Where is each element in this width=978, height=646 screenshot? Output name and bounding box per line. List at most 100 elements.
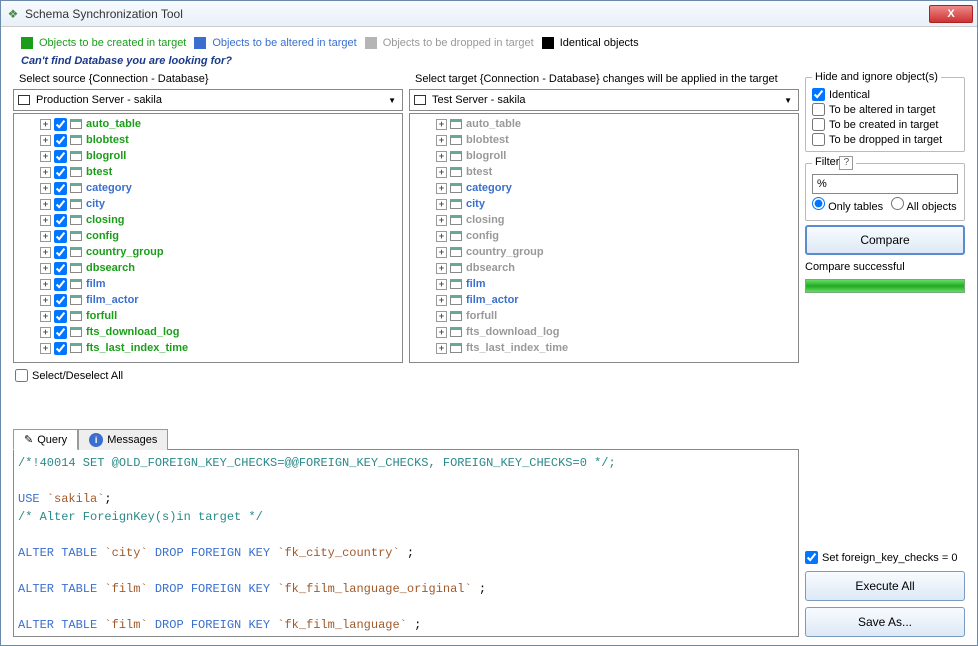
execute-button[interactable]: Execute All	[805, 571, 965, 601]
save-button[interactable]: Save As...	[805, 607, 965, 637]
source-combo[interactable]: Production Server - sakila ▼	[13, 89, 403, 111]
row-checkbox[interactable]	[54, 278, 67, 291]
select-all-checkbox[interactable]	[15, 369, 28, 382]
expand-icon[interactable]: +	[40, 279, 51, 290]
table-row[interactable]: +film_actor	[412, 292, 796, 308]
table-row[interactable]: +auto_table	[16, 116, 400, 132]
row-checkbox[interactable]	[54, 294, 67, 307]
tab-query[interactable]: ✎Query	[13, 429, 78, 450]
expand-icon[interactable]: +	[40, 311, 51, 322]
expand-icon[interactable]: +	[40, 343, 51, 354]
expand-icon[interactable]: +	[40, 199, 51, 210]
row-checkbox[interactable]	[54, 118, 67, 131]
source-tree[interactable]: +auto_table+blobtest+blogroll+btest+cate…	[13, 113, 403, 363]
table-row[interactable]: +fts_download_log	[412, 324, 796, 340]
table-row[interactable]: +forfull	[412, 308, 796, 324]
table-row[interactable]: +category	[412, 180, 796, 196]
row-checkbox[interactable]	[54, 134, 67, 147]
row-checkbox[interactable]	[54, 182, 67, 195]
table-row[interactable]: +category	[16, 180, 400, 196]
expand-icon[interactable]: +	[40, 327, 51, 338]
tab-messages[interactable]: iMessages	[78, 429, 168, 450]
compare-button[interactable]: Compare	[805, 225, 965, 255]
expand-icon[interactable]: +	[436, 263, 447, 274]
row-checkbox[interactable]	[54, 262, 67, 275]
hide-create-check[interactable]	[812, 118, 825, 131]
hide-alter-check[interactable]	[812, 103, 825, 116]
row-checkbox[interactable]	[54, 166, 67, 179]
table-row[interactable]: +dbsearch	[16, 260, 400, 276]
expand-icon[interactable]: +	[436, 119, 447, 130]
table-row[interactable]: +blobtest	[16, 132, 400, 148]
table-row[interactable]: +country_group	[16, 244, 400, 260]
expand-icon[interactable]: +	[436, 343, 447, 354]
table-row[interactable]: +dbsearch	[412, 260, 796, 276]
expand-icon[interactable]: +	[40, 151, 51, 162]
all-objects-radio[interactable]	[891, 197, 904, 210]
expand-icon[interactable]: +	[40, 263, 51, 274]
table-row[interactable]: +config	[412, 228, 796, 244]
sql-editor[interactable]: /*!40014 SET @OLD_FOREIGN_KEY_CHECKS=@@F…	[13, 449, 799, 637]
table-row[interactable]: +fts_last_index_time	[412, 340, 796, 356]
filter-group: Filter ? Only tables All objects	[805, 156, 965, 221]
expand-icon[interactable]: +	[40, 247, 51, 258]
row-checkbox[interactable]	[54, 150, 67, 163]
table-row[interactable]: +film	[16, 276, 400, 292]
row-checkbox[interactable]	[54, 326, 67, 339]
expand-icon[interactable]: +	[40, 119, 51, 130]
table-icon	[70, 247, 82, 257]
expand-icon[interactable]: +	[436, 215, 447, 226]
expand-icon[interactable]: +	[40, 183, 51, 194]
expand-icon[interactable]: +	[436, 199, 447, 210]
table-row[interactable]: +blogroll	[412, 148, 796, 164]
hide-drop-check[interactable]	[812, 133, 825, 146]
expand-icon[interactable]: +	[436, 231, 447, 242]
close-button[interactable]: X	[929, 5, 973, 23]
expand-icon[interactable]: +	[436, 167, 447, 178]
expand-icon[interactable]: +	[40, 135, 51, 146]
table-row[interactable]: +blogroll	[16, 148, 400, 164]
table-row[interactable]: +auto_table	[412, 116, 796, 132]
help-icon[interactable]: ?	[839, 156, 853, 170]
table-row[interactable]: +film	[412, 276, 796, 292]
expand-icon[interactable]: +	[436, 279, 447, 290]
only-tables-radio[interactable]	[812, 197, 825, 210]
table-row[interactable]: +blobtest	[412, 132, 796, 148]
row-checkbox[interactable]	[54, 198, 67, 211]
table-row[interactable]: +closing	[16, 212, 400, 228]
source-label: Select source {Connection - Database}	[13, 71, 403, 87]
row-checkbox[interactable]	[54, 230, 67, 243]
table-row[interactable]: +btest	[412, 164, 796, 180]
expand-icon[interactable]: +	[436, 151, 447, 162]
table-row[interactable]: +fts_download_log	[16, 324, 400, 340]
table-row[interactable]: +btest	[16, 164, 400, 180]
row-checkbox[interactable]	[54, 246, 67, 259]
target-tree[interactable]: +auto_table+blobtest+blogroll+btest+cate…	[409, 113, 799, 363]
table-row[interactable]: +closing	[412, 212, 796, 228]
table-row[interactable]: +city	[16, 196, 400, 212]
expand-icon[interactable]: +	[436, 247, 447, 258]
help-link[interactable]: Can't find Database you are looking for?	[21, 55, 957, 67]
fk-check[interactable]	[805, 551, 818, 564]
hide-identical-check[interactable]	[812, 88, 825, 101]
table-row[interactable]: +film_actor	[16, 292, 400, 308]
expand-icon[interactable]: +	[40, 295, 51, 306]
expand-icon[interactable]: +	[436, 135, 447, 146]
expand-icon[interactable]: +	[436, 183, 447, 194]
expand-icon[interactable]: +	[436, 327, 447, 338]
table-row[interactable]: +country_group	[412, 244, 796, 260]
row-checkbox[interactable]	[54, 310, 67, 323]
expand-icon[interactable]: +	[436, 295, 447, 306]
expand-icon[interactable]: +	[436, 311, 447, 322]
expand-icon[interactable]: +	[40, 167, 51, 178]
row-checkbox[interactable]	[54, 342, 67, 355]
row-checkbox[interactable]	[54, 214, 67, 227]
table-row[interactable]: +config	[16, 228, 400, 244]
filter-input[interactable]	[812, 174, 958, 194]
table-row[interactable]: +city	[412, 196, 796, 212]
table-row[interactable]: +forfull	[16, 308, 400, 324]
expand-icon[interactable]: +	[40, 231, 51, 242]
table-row[interactable]: +fts_last_index_time	[16, 340, 400, 356]
target-combo[interactable]: Test Server - sakila ▼	[409, 89, 799, 111]
expand-icon[interactable]: +	[40, 215, 51, 226]
